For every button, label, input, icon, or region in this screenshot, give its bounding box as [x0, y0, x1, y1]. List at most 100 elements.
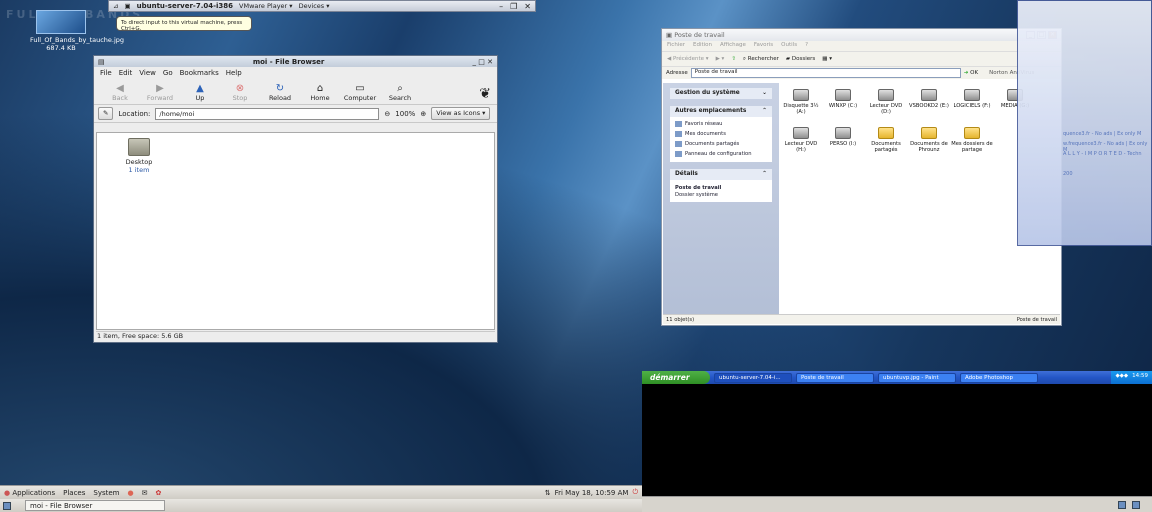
close-icon[interactable]: ✕: [487, 58, 493, 66]
maximize-icon[interactable]: □: [478, 58, 485, 66]
vmware-player-menu[interactable]: VMware Player ▾: [239, 2, 293, 10]
pin-icon[interactable]: ⊿: [113, 2, 118, 10]
power-icon[interactable]: ⏻: [632, 488, 638, 497]
close-icon[interactable]: ✕: [524, 2, 531, 11]
show-desktop-icon[interactable]: [3, 501, 11, 510]
drive-item[interactable]: Disquette 3½ (A:): [780, 89, 822, 115]
panel-header[interactable]: Gestion du système ⌄: [670, 88, 772, 99]
zoom-level[interactable]: 100%: [395, 110, 415, 118]
minimize-icon[interactable]: –: [499, 2, 503, 11]
panel-header[interactable]: Détails ⌃: [670, 169, 772, 180]
drive-item[interactable]: Lecteur DVD (D:): [865, 89, 907, 115]
menu-affichage[interactable]: Affichage: [720, 42, 746, 50]
forward-button[interactable]: ▶ Forward: [140, 83, 180, 102]
menu-favoris[interactable]: Favoris: [754, 42, 773, 50]
start-button[interactable]: démarrer: [642, 371, 710, 384]
folder-item[interactable]: Desktop 1 item: [121, 138, 157, 174]
drive-label: WINXP (C:): [828, 103, 858, 109]
help-icon[interactable]: ✿: [155, 489, 161, 497]
folder-icon: [878, 127, 894, 139]
folder-item[interactable]: Mes dossiers de partage: [951, 127, 993, 153]
place-link[interactable]: Panneau de configuration: [675, 149, 767, 159]
view-mode-select[interactable]: View as Icons ▾: [431, 107, 491, 120]
place-link[interactable]: Documents partagés: [675, 139, 767, 149]
menu-edition[interactable]: Edition: [693, 42, 712, 50]
applications-menu[interactable]: ● Applications: [4, 489, 55, 497]
computer-button[interactable]: ▭ Computer: [340, 83, 380, 102]
taskbar-button[interactable]: ubuntu-server-7.04-i...: [714, 372, 792, 383]
network-icon[interactable]: ⇅: [545, 489, 551, 497]
drive-label: Mes dossiers de partage: [951, 141, 993, 153]
menu-fichier[interactable]: Fichier: [667, 42, 685, 50]
workspace-icon[interactable]: [1132, 501, 1140, 509]
menu-view[interactable]: View: [139, 69, 156, 77]
go-button[interactable]: ➜ OK: [964, 70, 978, 76]
place-link[interactable]: Favoris réseau: [675, 119, 767, 129]
menu-go[interactable]: Go: [163, 69, 173, 77]
tray-icons[interactable]: ◆◆◆: [1115, 373, 1128, 382]
search-button[interactable]: ⌕ Rechercher: [743, 56, 779, 63]
taskbar-button[interactable]: ubuntuvp.jpg - Paint: [878, 372, 956, 383]
gnome-top-panel: ● Applications Places System ● ✉ ✿ ⇅ Fri …: [0, 485, 642, 499]
place-link[interactable]: Mes documents: [675, 129, 767, 139]
menu-help[interactable]: Help: [226, 69, 242, 77]
search-icon: ⌕: [397, 83, 403, 94]
taskbar-button[interactable]: Poste de travail: [796, 372, 874, 383]
system-menu[interactable]: System: [93, 489, 119, 497]
vm-display-area[interactable]: [642, 384, 1152, 496]
ubuntu-logo-icon: ●: [4, 488, 11, 497]
menu-file[interactable]: File: [100, 69, 112, 77]
zoom-in-icon[interactable]: ⊕: [420, 110, 426, 118]
taskbar-button[interactable]: Adobe Photoshop: [960, 372, 1038, 383]
views-button[interactable]: ▦ ▾: [822, 56, 832, 62]
search-button[interactable]: ⌕ Search: [380, 83, 420, 102]
firefox-icon[interactable]: ●: [127, 489, 133, 497]
reload-button[interactable]: ↻ Reload: [260, 83, 300, 102]
other-places-panel: Autres emplacements ⌃ Favoris réseau Mes …: [670, 106, 772, 162]
stop-button[interactable]: ⊗ Stop: [220, 83, 260, 102]
drive-icon: [921, 89, 937, 101]
folder-item[interactable]: Documents partagés: [865, 127, 907, 153]
window-title: moi - File Browser: [252, 57, 325, 66]
home-button[interactable]: ⌂ Home: [300, 83, 340, 102]
folders-button[interactable]: ▰ Dossiers: [786, 56, 815, 62]
drive-item[interactable]: PERSO (I:): [822, 127, 864, 147]
menu-help[interactable]: ?: [805, 42, 808, 50]
location-input[interactable]: /home/moi: [155, 107, 380, 120]
drive-item[interactable]: WINXP (C:): [822, 89, 864, 109]
address-input[interactable]: Poste de travail: [690, 68, 961, 78]
places-menu[interactable]: Places: [63, 489, 85, 497]
folder-item[interactable]: Documents de Phrounz: [908, 127, 950, 153]
file-browser-titlebar[interactable]: ▤ moi - File Browser _ □ ✕: [94, 56, 497, 67]
drive-item[interactable]: Lecteur DVD (H:): [780, 127, 822, 153]
folder-icon: [964, 127, 980, 139]
menu-outils[interactable]: Outils: [781, 42, 797, 50]
back-button[interactable]: ◀ Back: [100, 83, 140, 102]
drive-icon: [878, 89, 894, 101]
restore-icon[interactable]: ❐: [510, 2, 517, 11]
desktop-file-icon[interactable]: Full_Of_Bands_by_tauche.jpg 687.4 KB: [30, 10, 125, 52]
drive-item[interactable]: LOGICIELS (F:): [951, 89, 993, 109]
desktop-file-name: Full_Of_Bands_by_tauche.jpg: [30, 36, 125, 44]
zoom-out-icon[interactable]: ⊖: [384, 110, 390, 118]
toggle-location-button[interactable]: ✎: [98, 107, 114, 120]
minimize-icon[interactable]: _: [473, 58, 477, 66]
mail-icon[interactable]: ✉: [142, 489, 148, 497]
menu-bookmarks[interactable]: Bookmarks: [180, 69, 219, 77]
tray-clock[interactable]: 14:59: [1132, 373, 1148, 382]
drive-item[interactable]: VSBOOKD2 (E:): [908, 89, 950, 109]
folder-up-icon[interactable]: ⇧: [731, 56, 736, 62]
devices-menu[interactable]: Devices ▾: [299, 2, 330, 10]
explorer-titlebar[interactable]: ▣ Poste de travail _□✕: [662, 29, 1061, 41]
up-button[interactable]: ▲ Up: [180, 83, 220, 102]
taskbar-button[interactable]: moi - File Browser: [25, 500, 165, 511]
clock[interactable]: Fri May 18, 10:59 AM: [555, 489, 629, 497]
menu-edit[interactable]: Edit: [119, 69, 133, 77]
forward-button[interactable]: ▶ ▾: [716, 56, 725, 62]
xp-taskbar: démarrer ubuntu-server-7.04-i... Poste d…: [642, 371, 1152, 384]
icon-view[interactable]: Desktop 1 item: [96, 132, 495, 330]
back-button[interactable]: ◀ Précédente ▾: [667, 56, 709, 62]
window-menu-icon[interactable]: ▤: [98, 58, 105, 66]
workspace-icon[interactable]: [1118, 501, 1126, 509]
panel-header[interactable]: Autres emplacements ⌃: [670, 106, 772, 117]
